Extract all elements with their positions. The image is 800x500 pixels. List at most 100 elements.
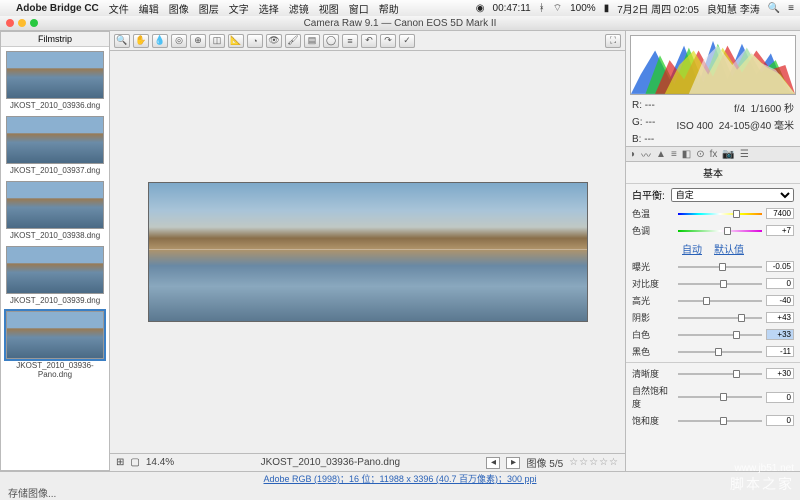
- menu-file[interactable]: 文件: [109, 1, 129, 16]
- crop-tool-icon[interactable]: ◫: [209, 34, 225, 48]
- save-image-button[interactable]: 存储图像...: [8, 485, 56, 500]
- rating-stars[interactable]: ☆☆☆☆☆: [569, 457, 619, 468]
- single-icon[interactable]: ▢: [130, 457, 139, 468]
- tab-detail-icon[interactable]: ▲: [656, 149, 666, 160]
- menu-select[interactable]: 选择: [259, 1, 279, 16]
- auto-link[interactable]: 自动: [682, 241, 702, 256]
- image-count: 图像 5/5: [526, 455, 563, 470]
- tab-lens-icon[interactable]: ⊙: [696, 149, 704, 160]
- slider-track[interactable]: [678, 313, 762, 323]
- slider-track[interactable]: [678, 330, 762, 340]
- menu-edit[interactable]: 编辑: [139, 1, 159, 16]
- redeye-tool-icon[interactable]: 👁: [266, 34, 282, 48]
- grid-icon[interactable]: ⊞: [116, 457, 124, 468]
- menu-filter[interactable]: 滤镜: [289, 1, 309, 16]
- slider-track[interactable]: [678, 262, 762, 272]
- prev-image-button[interactable]: ◂: [486, 457, 500, 469]
- slider-value[interactable]: +33: [766, 329, 794, 340]
- menu-type[interactable]: 文字: [229, 1, 249, 16]
- slider-label: 色调: [632, 224, 674, 237]
- rotate-ccw-icon[interactable]: ↶: [361, 34, 377, 48]
- slider-track[interactable]: [678, 296, 762, 306]
- next-image-button[interactable]: ▸: [506, 457, 520, 469]
- slider-label: 清晰度: [632, 367, 674, 380]
- slider-track[interactable]: [678, 226, 762, 236]
- adjustments-panel: R: --- f/4 1/1600 秒 G: --- ISO 400 24-10…: [625, 31, 800, 471]
- macos-menubar: Adobe Bridge CC 文件 编辑 图像 图层 文字 选择 滤镜 视图 …: [0, 0, 800, 16]
- preview-area[interactable]: [110, 51, 625, 453]
- tab-hsl-icon[interactable]: ≡: [671, 149, 677, 160]
- zoom-level[interactable]: 14.4%: [146, 457, 174, 468]
- slider-row: 饱和度 0: [626, 412, 800, 429]
- bluetooth-icon[interactable]: ᚼ: [539, 3, 545, 14]
- minimize-icon[interactable]: [18, 19, 26, 27]
- filmstrip-thumb[interactable]: JKOST_2010_03939.dng: [6, 246, 104, 309]
- slider-track[interactable]: [678, 369, 762, 379]
- adjust-brush-icon[interactable]: 🖌: [285, 34, 301, 48]
- menu-layer[interactable]: 图层: [199, 1, 219, 16]
- grad-filter-icon[interactable]: ▤: [304, 34, 320, 48]
- user-name[interactable]: 良知慧 李涛: [707, 1, 760, 16]
- wifi-icon[interactable]: ⌔: [553, 2, 562, 15]
- tab-split-icon[interactable]: ◧: [682, 149, 691, 160]
- wb-select[interactable]: 自定: [671, 188, 794, 202]
- tab-basic-icon[interactable]: ◗: [630, 149, 636, 160]
- slider-value[interactable]: -11: [766, 346, 794, 357]
- target-adjust-icon[interactable]: ⊕: [190, 34, 206, 48]
- zoom-icon[interactable]: [30, 19, 38, 27]
- preview-image: [148, 182, 588, 322]
- slider-value[interactable]: +7: [766, 225, 794, 236]
- timer-value: 00:47:11: [493, 3, 531, 14]
- rotate-cw-icon[interactable]: ↷: [380, 34, 396, 48]
- slider-value[interactable]: 7400: [766, 208, 794, 219]
- slider-track[interactable]: [678, 209, 762, 219]
- slider-track[interactable]: [678, 416, 762, 426]
- mark-delete-icon[interactable]: ✓: [399, 34, 415, 48]
- slider-track[interactable]: [678, 347, 762, 357]
- slider-value[interactable]: -40: [766, 295, 794, 306]
- slider-label: 阴影: [632, 311, 674, 324]
- filmstrip-thumb[interactable]: JKOST_2010_03937.dng: [6, 116, 104, 179]
- app-name[interactable]: Adobe Bridge CC: [16, 3, 99, 14]
- tab-camera-icon[interactable]: 📷: [722, 149, 734, 160]
- slider-value[interactable]: 0: [766, 392, 794, 403]
- thumb-caption: JKOST_2010_03938.dng: [6, 229, 104, 244]
- menu-image[interactable]: 图像: [169, 1, 189, 16]
- filmstrip-title: Filmstrip: [1, 32, 109, 47]
- slider-track[interactable]: [678, 279, 762, 289]
- zoom-tool-icon[interactable]: 🔍: [114, 34, 130, 48]
- menu-view[interactable]: 视图: [319, 1, 339, 16]
- hand-tool-icon[interactable]: ✋: [133, 34, 149, 48]
- slider-label: 饱和度: [632, 414, 674, 427]
- notifications-icon[interactable]: ≡: [788, 3, 794, 14]
- spotlight-icon[interactable]: 🔍: [768, 3, 780, 14]
- fullscreen-icon[interactable]: ⛶: [605, 34, 621, 48]
- slider-value[interactable]: 0: [766, 278, 794, 289]
- filmstrip-thumb[interactable]: JKOST_2010_03936-Pano.dng: [6, 311, 104, 383]
- radial-filter-icon[interactable]: ◯: [323, 34, 339, 48]
- default-link[interactable]: 默认值: [714, 241, 744, 256]
- filmstrip-thumb[interactable]: JKOST_2010_03936.dng: [6, 51, 104, 114]
- slider-track[interactable]: [678, 392, 762, 402]
- slider-value[interactable]: 0: [766, 415, 794, 426]
- straighten-tool-icon[interactable]: 📐: [228, 34, 244, 48]
- close-icon[interactable]: [6, 19, 14, 27]
- clock[interactable]: 7月2日 周四 02:05: [617, 1, 699, 16]
- slider-value[interactable]: -0.05: [766, 261, 794, 272]
- tab-presets-icon[interactable]: ☰: [740, 149, 749, 160]
- wb-tool-icon[interactable]: 💧: [152, 34, 168, 48]
- thumb-caption: JKOST_2010_03937.dng: [6, 164, 104, 179]
- tab-curve-icon[interactable]: 〰: [641, 147, 651, 162]
- slider-value[interactable]: +30: [766, 368, 794, 379]
- prefs-icon[interactable]: ≡: [342, 34, 358, 48]
- slider-value[interactable]: +43: [766, 312, 794, 323]
- workflow-link[interactable]: Adobe RGB (1998)；16 位；11988 x 3396 (40.7…: [0, 471, 800, 485]
- menu-window[interactable]: 窗口: [349, 1, 369, 16]
- spot-removal-icon[interactable]: ◔: [247, 34, 263, 48]
- current-filename: JKOST_2010_03936-Pano.dng: [261, 457, 401, 468]
- menu-help[interactable]: 帮助: [379, 1, 399, 16]
- histogram[interactable]: [630, 35, 796, 95]
- tab-fx-icon[interactable]: fx: [710, 149, 718, 160]
- color-sampler-icon[interactable]: ◎: [171, 34, 187, 48]
- filmstrip-thumb[interactable]: JKOST_2010_03938.dng: [6, 181, 104, 244]
